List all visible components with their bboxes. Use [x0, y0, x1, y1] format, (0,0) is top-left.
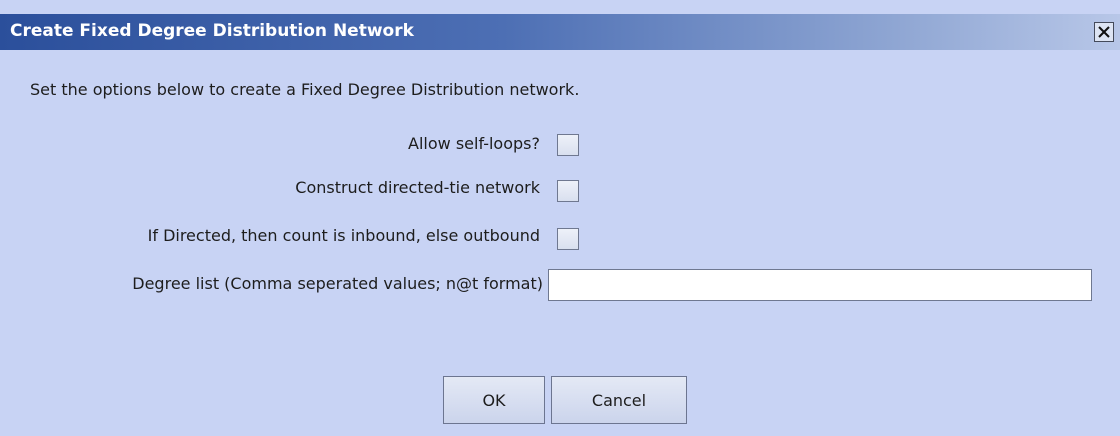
inbound-outbound-checkbox[interactable] — [557, 228, 579, 250]
directed-tie-label: Construct directed-tie network — [295, 178, 540, 197]
degree-list-label: Degree list (Comma seperated values; n@t… — [132, 274, 543, 293]
ok-button[interactable]: OK — [443, 376, 545, 424]
degree-list-input[interactable] — [548, 269, 1092, 301]
create-network-dialog: Create Fixed Degree Distribution Network… — [0, 0, 1120, 436]
close-button[interactable] — [1094, 22, 1114, 42]
inbound-outbound-label: If Directed, then count is inbound, else… — [147, 226, 540, 245]
close-icon — [1098, 26, 1110, 38]
intro-text: Set the options below to create a Fixed … — [30, 80, 580, 99]
allow-self-loops-checkbox[interactable] — [557, 134, 579, 156]
allow-self-loops-label: Allow self-loops? — [408, 134, 540, 153]
directed-tie-checkbox[interactable] — [557, 180, 579, 202]
dialog-title: Create Fixed Degree Distribution Network — [10, 21, 414, 41]
dialog-titlebar[interactable]: Create Fixed Degree Distribution Network — [0, 14, 1120, 50]
cancel-button[interactable]: Cancel — [551, 376, 687, 424]
